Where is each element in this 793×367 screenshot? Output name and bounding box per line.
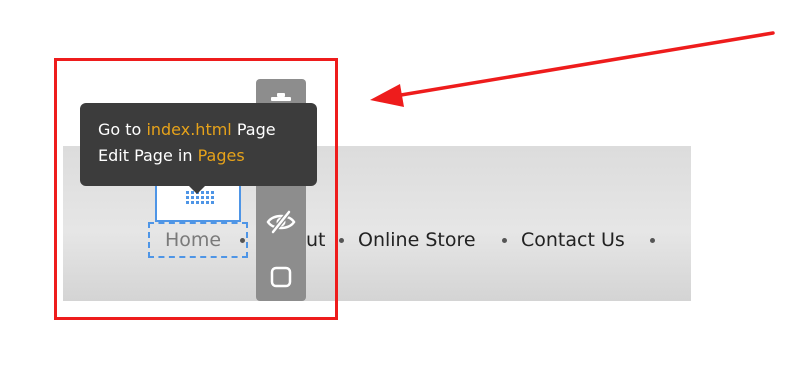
- tooltip-text: Go to: [98, 120, 142, 139]
- menu-item-home[interactable]: Home: [148, 222, 248, 258]
- frame-button[interactable]: [256, 255, 306, 299]
- square-icon: [270, 266, 292, 288]
- editor-canvas: Home ut Online Store Contact Us Go to in…: [0, 0, 793, 367]
- menu-item-home-label: Home: [165, 229, 222, 251]
- tooltip-pointer: [189, 186, 205, 194]
- menu-item-online-store[interactable]: Online Store: [358, 224, 476, 256]
- tooltip-line-go-to: Go to index.html Page: [98, 117, 317, 143]
- tooltip-text: Edit Page in: [98, 146, 193, 165]
- tooltip-link-page-file[interactable]: index.html: [146, 120, 231, 139]
- menu-separator: [650, 238, 655, 243]
- menu-item-contact-us[interactable]: Contact Us: [521, 224, 625, 256]
- hide-eye-icon: [266, 210, 296, 234]
- menu-separator: [502, 238, 507, 243]
- tooltip-link-pages[interactable]: Pages: [198, 146, 245, 165]
- page-link-tooltip: Go to index.html Page Edit Page in Pages: [80, 103, 317, 186]
- menu-item-about[interactable]: ut: [306, 224, 326, 256]
- menu-separator: [339, 238, 344, 243]
- menu-separator: [240, 238, 245, 243]
- tooltip-text: Page: [236, 120, 276, 139]
- tooltip-line-edit-page: Edit Page in Pages: [98, 143, 317, 169]
- hide-button[interactable]: [256, 200, 306, 244]
